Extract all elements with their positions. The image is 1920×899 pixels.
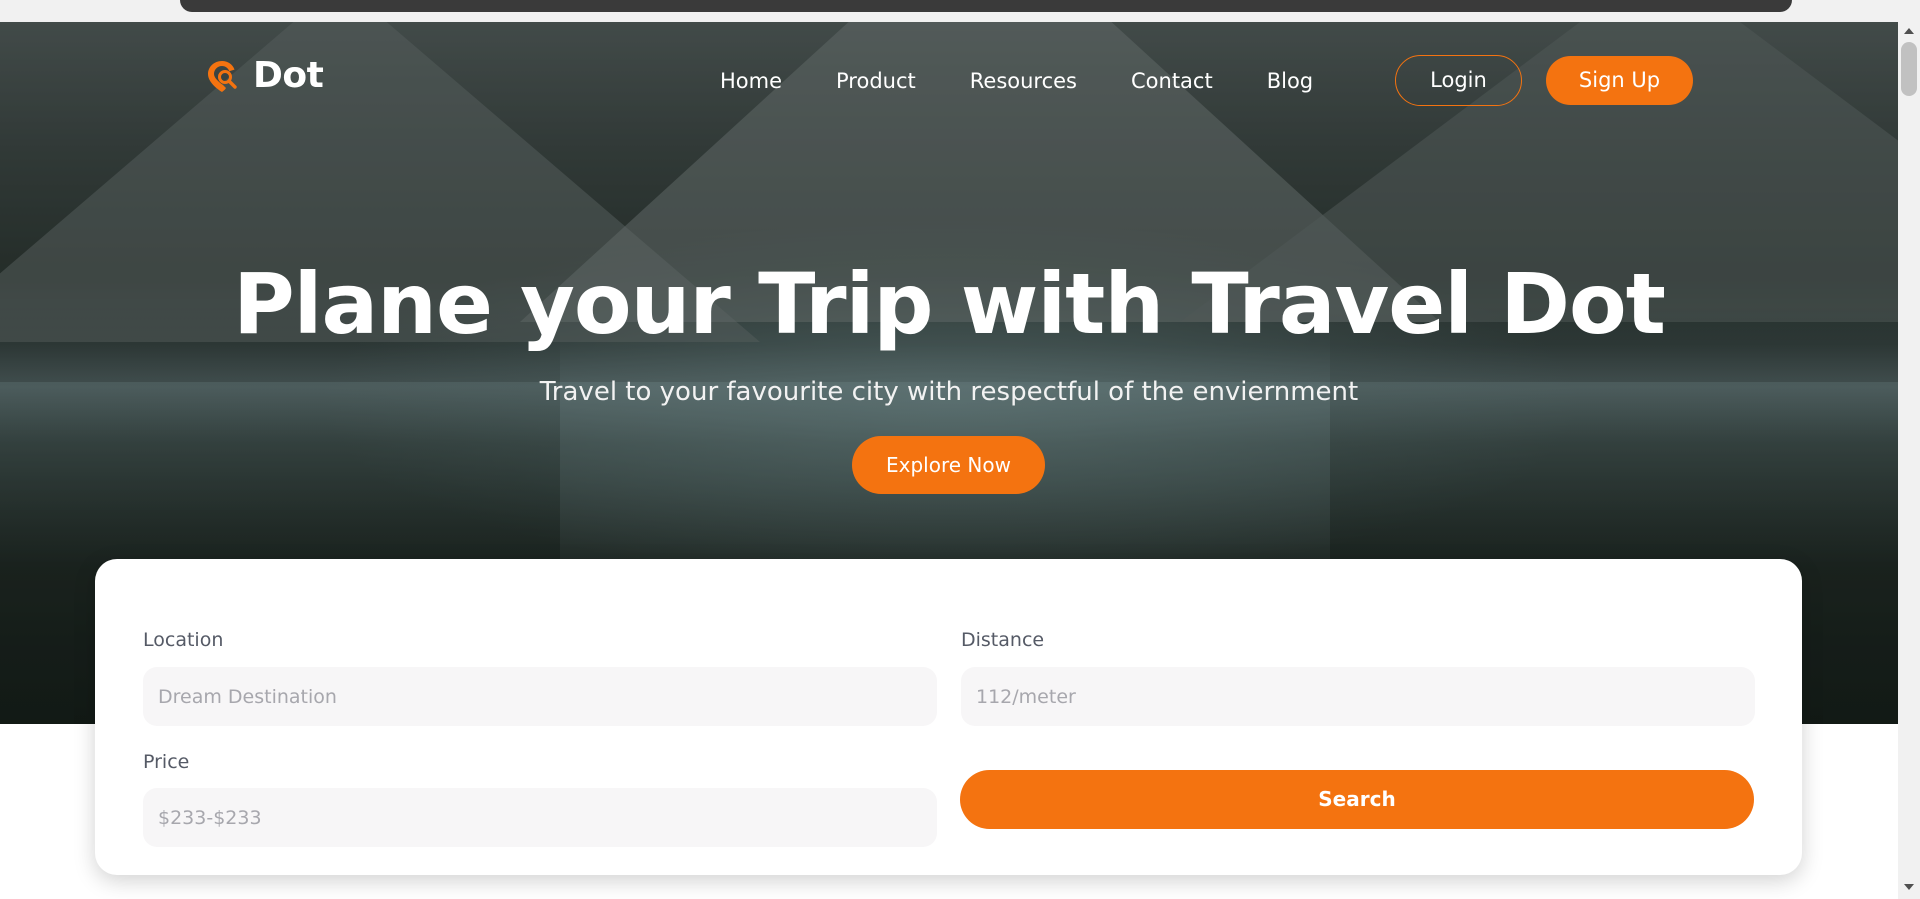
distance-label: Distance	[961, 629, 1045, 651]
scroll-down-arrow-icon[interactable]	[1904, 884, 1914, 890]
page-viewport: Dot Home Product Resources Contact Blog …	[0, 22, 1898, 899]
top-navigation: Dot Home Product Resources Contact Blog …	[0, 22, 1898, 132]
search-button[interactable]: Search	[960, 770, 1754, 829]
explore-now-button[interactable]: Explore Now	[852, 436, 1045, 494]
hero-title: Plane your Trip with Travel Dot	[233, 255, 1666, 353]
price-input[interactable]	[143, 788, 937, 847]
nav-link-resources[interactable]: Resources	[970, 66, 1077, 96]
nav-link-contact[interactable]: Contact	[1131, 66, 1213, 96]
nav-link-product[interactable]: Product	[836, 66, 916, 96]
signup-button[interactable]: Sign Up	[1546, 56, 1693, 105]
brand-logo[interactable]: Dot	[205, 55, 324, 96]
trip-search-card: Location Distance Price Search	[95, 559, 1802, 875]
scroll-up-arrow-icon[interactable]	[1904, 28, 1914, 34]
scroll-thumb[interactable]	[1901, 42, 1917, 96]
nav-link-blog[interactable]: Blog	[1267, 66, 1313, 96]
browser-top-strip	[0, 0, 1920, 22]
location-input[interactable]	[143, 667, 937, 726]
nav-link-home[interactable]: Home	[720, 66, 782, 96]
hero-subtitle: Travel to your favourite city with respe…	[539, 377, 1359, 407]
price-label: Price	[143, 751, 190, 773]
nav-links: Home Product Resources Contact Blog	[720, 66, 1367, 96]
map-search-icon	[208, 61, 237, 92]
login-button[interactable]: Login	[1395, 55, 1522, 106]
browser-address-bar[interactable]	[180, 0, 1792, 12]
distance-input[interactable]	[961, 667, 1755, 726]
location-label: Location	[143, 629, 224, 651]
brand-name: Dot	[253, 55, 324, 96]
page-scrollbar[interactable]	[1898, 22, 1920, 899]
